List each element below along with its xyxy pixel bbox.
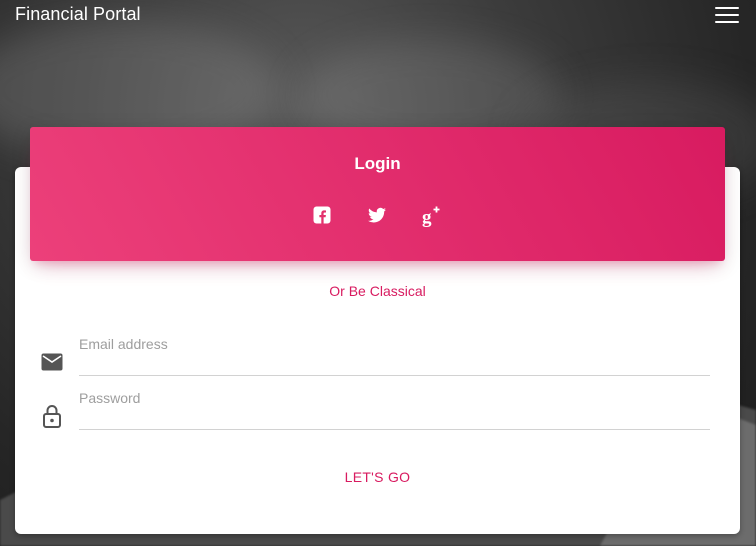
twitter-login-button[interactable] [365, 203, 389, 227]
alternate-login-text: Or Be Classical [329, 283, 426, 299]
page-background: Financial Portal Login g Or Be Classical… [0, 0, 756, 546]
facebook-icon [313, 206, 331, 224]
google-plus-login-button[interactable]: g [420, 203, 444, 227]
password-input[interactable] [79, 408, 710, 430]
email-icon [41, 353, 63, 371]
email-field: Email address [79, 336, 710, 376]
lock-icon [43, 405, 61, 428]
svg-text:g: g [422, 207, 432, 227]
brand-title[interactable]: Financial Portal [15, 4, 141, 25]
password-field: Password [79, 390, 710, 430]
login-card-header: Login g [30, 127, 725, 261]
password-underline [79, 429, 710, 430]
facebook-login-button[interactable] [310, 203, 334, 227]
email-underline [79, 375, 710, 376]
password-label: Password [79, 390, 141, 406]
login-title: Login [354, 154, 401, 173]
social-login-buttons: g [30, 203, 725, 227]
submit-button[interactable]: LET'S GO [330, 465, 425, 489]
email-input[interactable] [79, 354, 710, 376]
email-label: Email address [79, 336, 168, 352]
twitter-icon [368, 207, 386, 223]
top-navbar: Financial Portal [0, 0, 756, 30]
hamburger-menu-icon[interactable] [715, 7, 739, 23]
google-plus-icon: g [422, 206, 440, 227]
